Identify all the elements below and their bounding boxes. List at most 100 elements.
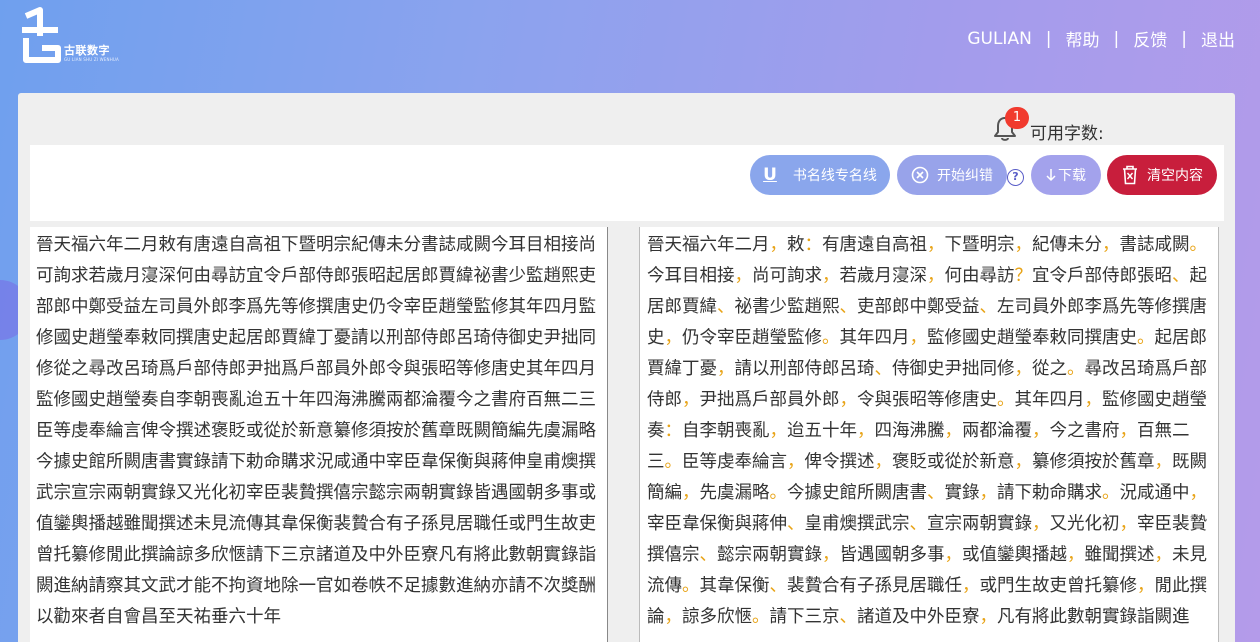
inserted-punctuation: ， (682, 483, 700, 503)
download-arrow-icon (1046, 168, 1056, 182)
inserted-punctuation: ， (909, 328, 928, 348)
text-segment: 若歲月寖深 (839, 266, 928, 286)
notification-bell[interactable]: 1 (992, 106, 1029, 143)
text-segment: 侍御史尹拙同修 (892, 359, 1015, 379)
inserted-punctuation: 。 (997, 390, 1015, 410)
inserted-punctuation: 。 (1137, 328, 1155, 348)
main-panel: 1 可用字数: U 书名线专名线 开始纠错 ? 下载 清空内容 晉天福六年二月敕… (18, 93, 1235, 642)
inserted-punctuation: 、 (909, 514, 928, 534)
inserted-punctuation: ， (962, 576, 980, 596)
inserted-punctuation: 、 (839, 297, 858, 317)
inserted-punctuation: ， (1137, 576, 1155, 596)
nav-help-link[interactable]: 帮助 (1066, 26, 1100, 51)
start-correction-icon (911, 166, 929, 184)
inserted-punctuation: ， (1032, 514, 1050, 534)
text-segment: 今據史館所闕唐書 (787, 483, 927, 503)
inserted-punctuation: 、 (979, 297, 998, 317)
inserted-punctuation: ， (717, 359, 735, 379)
inserted-punctuation: ， (1189, 483, 1208, 503)
download-button[interactable]: 下载 (1031, 155, 1101, 195)
inserted-punctuation: 。 (1189, 235, 1208, 255)
nav-separator: | (1045, 28, 1052, 49)
text-segment: 請下三京 (769, 607, 840, 627)
nav-user-gulian[interactable]: GULIAN (967, 29, 1031, 49)
inserted-punctuation: ， (1119, 421, 1138, 441)
text-segment: 或門生故吏曾托纂修 (979, 576, 1138, 596)
inserted-punctuation: ， (979, 607, 998, 627)
trash-icon (1121, 165, 1139, 185)
text-segment: 下暨明宗 (944, 235, 1015, 255)
text-segment: 先虞漏略 (699, 483, 770, 503)
inserted-punctuation: ， (734, 266, 753, 286)
logo-text: 古联数字 (64, 44, 110, 57)
inserted-punctuation: 、 (874, 359, 893, 379)
inserted-punctuation: ， (822, 266, 840, 286)
text-segment: 裴贄合有子孫見居職任 (787, 576, 962, 596)
inserted-punctuation: ， (769, 235, 788, 255)
text-segment: 祕書少監趙熙 (734, 297, 840, 317)
text-segment: 仍令宰臣趙瑩監修 (682, 328, 822, 348)
inserted-punctuation: ： (804, 235, 823, 255)
text-segment: 俾令撰述 (804, 452, 875, 472)
inserted-punctuation: ， (1154, 545, 1173, 565)
corrected-text-output[interactable]: 晉天福六年二月，敕：有唐遠自高祖，下暨明宗，紀傳未分，書誌咸闕。今耳目相接，尚可… (639, 227, 1219, 642)
available-chars-label: 可用字数: (1030, 124, 1104, 144)
inserted-punctuation: ， (874, 452, 893, 472)
inserted-punctuation: ， (979, 483, 998, 503)
clear-content-label: 清空内容 (1147, 168, 1203, 184)
text-segment: 請下勅命購求 (997, 483, 1102, 503)
text-segment: 實錄 (944, 483, 980, 503)
nav-separator: | (1181, 28, 1187, 49)
inserted-punctuation: 、 (839, 607, 858, 627)
text-segment: 自李朝喪亂 (682, 421, 770, 441)
inserted-punctuation: ， (857, 421, 875, 441)
text-segment: 皆遇國朝多事 (839, 545, 945, 565)
notification-badge: 1 (1005, 106, 1029, 129)
inserted-punctuation: ， (1084, 390, 1103, 410)
text-segment: 或值鑾輿播越 (962, 545, 1067, 565)
inserted-punctuation: 、 (787, 514, 805, 534)
inserted-punctuation: 、 (927, 483, 945, 503)
inserted-punctuation: ， (1119, 514, 1138, 534)
inserted-punctuation: ， (1154, 452, 1173, 472)
download-label: 下载 (1058, 168, 1086, 184)
help-question-icon[interactable]: ? (1007, 169, 1024, 186)
clear-content-button[interactable]: 清空内容 (1107, 155, 1217, 195)
top-navigation: GULIAN | 帮助 | 反馈 | 退出 (967, 26, 1235, 52)
inserted-punctuation: ， (664, 607, 683, 627)
text-segment: 雖聞撰述 (1084, 545, 1155, 565)
logo[interactable]: 古联数字 GU LIAN SHU ZI WENHUA (18, 6, 128, 66)
inserted-punctuation: ， (1014, 359, 1033, 379)
inserted-punctuation: 。 (752, 607, 770, 627)
inserted-punctuation: 、 (699, 545, 718, 565)
text-segment: 四海沸騰 (874, 421, 945, 441)
text-segment: 諸道及中外臣寮 (857, 607, 980, 627)
underline-icon: U (763, 165, 777, 185)
inserted-punctuation: 。 (664, 452, 683, 472)
inserted-punctuation: 。 (1067, 359, 1085, 379)
text-segment: 宰臣韋保衡與蔣伸 (647, 514, 787, 534)
text-segment: 晉天福六年二月 (647, 235, 770, 255)
nav-logout-link[interactable]: 退出 (1201, 26, 1235, 51)
text-segment: 今之書府 (1049, 421, 1120, 441)
inserted-punctuation: ： (664, 421, 683, 441)
book-name-line-button[interactable]: U 书名线专名线 (750, 155, 890, 195)
inserted-punctuation: ， (944, 421, 963, 441)
text-segment: 諒多欣愜 (682, 607, 752, 627)
book-name-line-label: 书名线专名线 (792, 168, 877, 184)
source-text-input[interactable]: 晉天福六年二月敕有唐遠自高祖下暨明宗紀傳未分書誌咸闕今耳目相接尚可詢求若歲月寖深… (30, 227, 608, 642)
text-segment: 監修國史趙瑩奉敕同撰唐史 (927, 328, 1137, 348)
text-segment: 迨五十年 (787, 421, 857, 441)
start-correction-button[interactable]: 开始纠错 (897, 155, 1007, 195)
text-segment: 其韋保衡 (699, 576, 770, 596)
nav-feedback-link[interactable]: 反馈 (1133, 26, 1167, 51)
text-segment: 有唐遠自高祖 (822, 235, 927, 255)
text-segment: 懿宗兩朝實錄 (717, 545, 822, 565)
start-correction-label: 开始纠错 (937, 168, 993, 184)
inserted-punctuation: ， (927, 235, 945, 255)
text-segment: 宜令戶部侍郎張昭 (1032, 266, 1172, 286)
text-segment: 皇甫燠撰武宗 (804, 514, 910, 534)
text-segment: 敕 (787, 235, 805, 255)
inserted-punctuation: 。 (1102, 483, 1120, 503)
inserted-punctuation: ， (944, 545, 963, 565)
